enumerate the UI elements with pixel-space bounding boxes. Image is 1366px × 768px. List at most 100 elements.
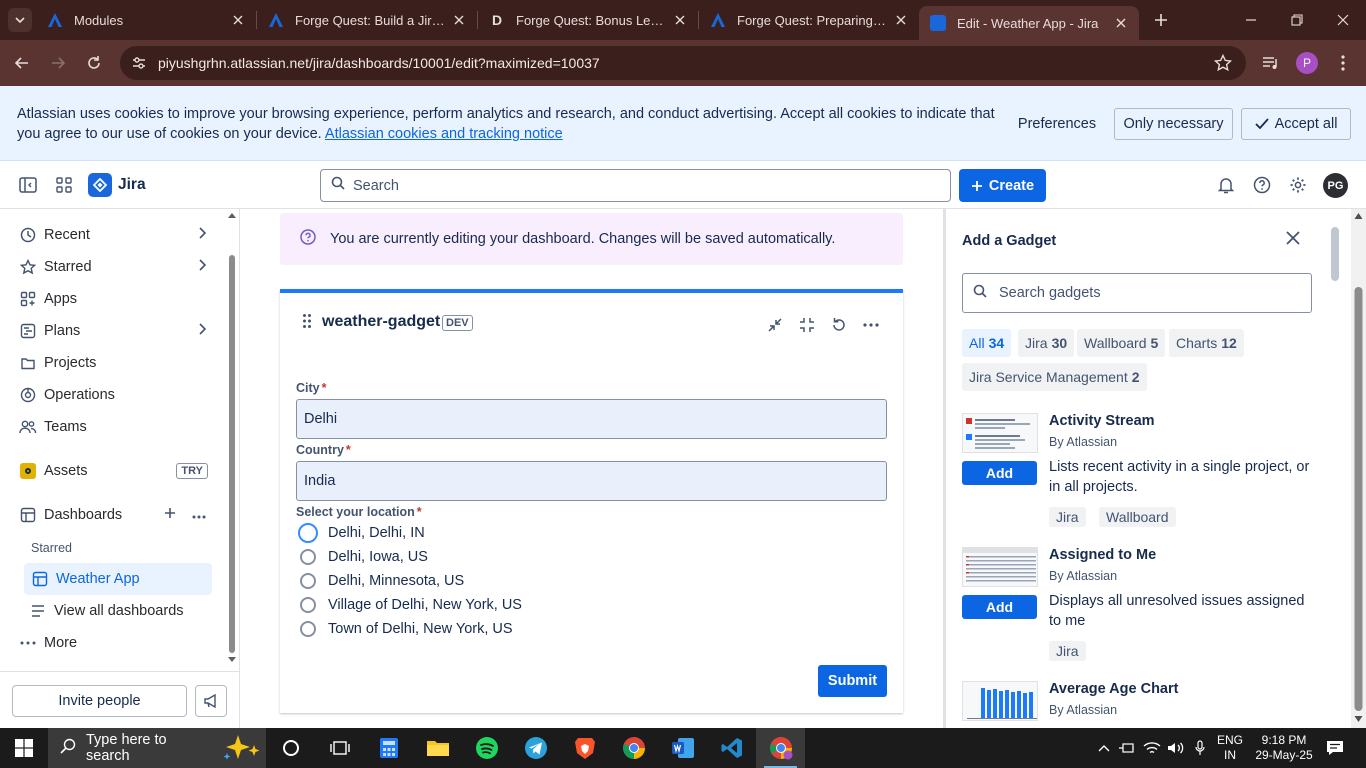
minimize-icon[interactable] xyxy=(1228,0,1274,40)
profile-avatar[interactable]: P xyxy=(1291,47,1323,79)
gadget-search-input[interactable] xyxy=(999,285,1289,301)
accept-all-button[interactable]: Accept all xyxy=(1241,108,1351,140)
browser-tab[interactable]: Forge Quest: Preparing your xyxy=(699,0,919,40)
close-tab-icon[interactable] xyxy=(451,12,467,28)
clock[interactable]: 9:18 PM 29-May-25 xyxy=(1250,728,1318,768)
user-avatar[interactable]: PG xyxy=(1323,173,1348,198)
chrome-icon[interactable] xyxy=(609,728,658,768)
sidebar-item-assets[interactable]: Assets TRY xyxy=(18,457,214,485)
task-view-icon[interactable] xyxy=(315,728,364,768)
product-name[interactable]: Jira xyxy=(118,176,146,194)
cookie-notice-link[interactable]: Atlassian cookies and tracking notice xyxy=(325,126,563,142)
sidebar-item-projects[interactable]: Projects xyxy=(18,349,214,377)
panel-inner-scrollbar[interactable] xyxy=(1331,227,1339,281)
sidebar-item-apps[interactable]: Apps xyxy=(18,285,214,313)
close-tab-icon[interactable] xyxy=(893,12,909,28)
location-option[interactable]: Delhi, Delhi, IN xyxy=(298,522,425,544)
jira-logo-icon[interactable] xyxy=(88,173,112,197)
volume-icon[interactable] xyxy=(1165,728,1187,768)
url-bar[interactable]: piyushgrhn.atlassian.net/jira/dashboards… xyxy=(120,46,1246,80)
media-control-icon[interactable] xyxy=(1255,47,1287,79)
sidebar-item-operations[interactable]: Operations xyxy=(18,381,214,409)
notifications-bell-icon[interactable] xyxy=(1214,173,1238,197)
submit-button[interactable]: Submit xyxy=(818,665,887,697)
drag-handle-icon[interactable] xyxy=(302,313,312,334)
minimize-gadget-icon[interactable] xyxy=(763,313,787,337)
invite-people-button[interactable]: Invite people xyxy=(12,685,187,717)
panel-scrollbar[interactable] xyxy=(1351,209,1366,728)
spotify-icon[interactable] xyxy=(462,728,511,768)
collapse-gadget-icon[interactable] xyxy=(795,313,819,337)
help-icon[interactable] xyxy=(1250,173,1274,197)
browser-tab[interactable]: Forge Quest: Build a Jira Das xyxy=(257,0,477,40)
sidebar-item-dashboards[interactable]: Dashboards xyxy=(18,501,214,529)
cortana-icon[interactable] xyxy=(266,728,315,768)
gadget-search[interactable] xyxy=(962,273,1312,313)
settings-gear-icon[interactable] xyxy=(1286,173,1310,197)
sidebar-item-plans[interactable]: Plans xyxy=(18,317,214,345)
location-option[interactable]: Town of Delhi, New York, US xyxy=(298,618,513,640)
site-info-icon[interactable] xyxy=(124,48,154,78)
sidebar-item-weather-app[interactable]: Weather App xyxy=(24,563,212,595)
new-tab-icon[interactable] xyxy=(1147,6,1175,34)
refresh-icon[interactable] xyxy=(827,313,851,337)
back-icon[interactable] xyxy=(6,47,38,79)
sidebar-item-more[interactable]: More xyxy=(18,629,214,657)
more-actions-icon[interactable] xyxy=(192,507,206,523)
city-field[interactable]: Delhi xyxy=(296,399,887,439)
search-input[interactable] xyxy=(353,177,933,194)
notification-center-icon[interactable] xyxy=(1322,728,1348,768)
browser-menu-icon[interactable] xyxy=(1327,47,1359,79)
close-icon[interactable] xyxy=(1286,231,1300,250)
restore-icon[interactable] xyxy=(1274,0,1320,40)
sidebar-item-starred[interactable]: Starred xyxy=(18,253,214,281)
only-necessary-button[interactable]: Only necessary xyxy=(1114,108,1233,140)
close-tab-icon[interactable] xyxy=(1113,15,1129,31)
filter-chip-wallboard[interactable]: Wallboard 5 xyxy=(1077,329,1166,357)
mic-icon[interactable] xyxy=(1191,728,1209,768)
bookmark-star-icon[interactable] xyxy=(1213,53,1233,77)
close-tab-icon[interactable] xyxy=(230,12,246,28)
file-explorer-icon[interactable] xyxy=(413,728,462,768)
location-option[interactable]: Village of Delhi, New York, US xyxy=(298,594,522,616)
sidebar-toggle-icon[interactable] xyxy=(16,173,40,197)
chrome-active-icon[interactable] xyxy=(756,728,805,768)
browser-tab-active[interactable]: Edit - Weather App - Jira xyxy=(919,6,1139,40)
sidebar-item-recent[interactable]: Recent xyxy=(18,221,214,249)
browser-tab[interactable]: Modules xyxy=(36,0,256,40)
taskbar-search[interactable]: Type here to search xyxy=(48,728,266,768)
add-dashboard-icon[interactable] xyxy=(164,507,176,523)
location-option[interactable]: Delhi, Iowa, US xyxy=(298,546,428,568)
battery-plug-icon[interactable] xyxy=(1116,728,1138,768)
filter-chip-all[interactable]: All 34 xyxy=(962,329,1012,357)
vscode-icon[interactable] xyxy=(707,728,756,768)
tab-search-menu-icon[interactable] xyxy=(8,8,32,32)
input-language[interactable]: ENG IN xyxy=(1212,728,1248,768)
sidebar-item-teams[interactable]: Teams xyxy=(18,413,214,441)
preferences-button[interactable]: Preferences xyxy=(1007,108,1107,140)
create-button[interactable]: Create xyxy=(959,169,1046,202)
reload-icon[interactable] xyxy=(78,47,110,79)
calculator-app-icon[interactable] xyxy=(364,728,413,768)
sidebar-scrollbar[interactable] xyxy=(228,209,236,669)
wifi-icon[interactable] xyxy=(1141,728,1163,768)
show-hidden-icons-icon[interactable] xyxy=(1094,728,1114,768)
filter-chip-jira[interactable]: Jira 30 xyxy=(1018,329,1075,357)
filter-chip-charts[interactable]: Charts 12 xyxy=(1169,329,1244,357)
filter-chip-jsm[interactable]: Jira Service Management 2 xyxy=(962,363,1147,391)
sidebar-item-view-all-dashboards[interactable]: View all dashboards xyxy=(28,597,224,625)
close-window-icon[interactable] xyxy=(1320,0,1366,40)
close-tab-icon[interactable] xyxy=(672,12,688,28)
word-icon[interactable] xyxy=(658,728,707,768)
feedback-megaphone-icon[interactable] xyxy=(195,685,227,717)
forward-icon[interactable] xyxy=(42,47,74,79)
windows-start-icon[interactable] xyxy=(0,728,48,768)
country-field[interactable]: India xyxy=(296,461,887,501)
brave-browser-icon[interactable] xyxy=(560,728,609,768)
add-gadget-button[interactable]: Add xyxy=(962,461,1037,485)
location-option[interactable]: Delhi, Minnesota, US xyxy=(298,570,464,592)
telegram-icon[interactable] xyxy=(511,728,560,768)
browser-tab[interactable]: D Forge Quest: Bonus Level: Sh xyxy=(478,0,698,40)
add-gadget-button[interactable]: Add xyxy=(962,595,1037,619)
more-options-icon[interactable] xyxy=(859,313,883,337)
